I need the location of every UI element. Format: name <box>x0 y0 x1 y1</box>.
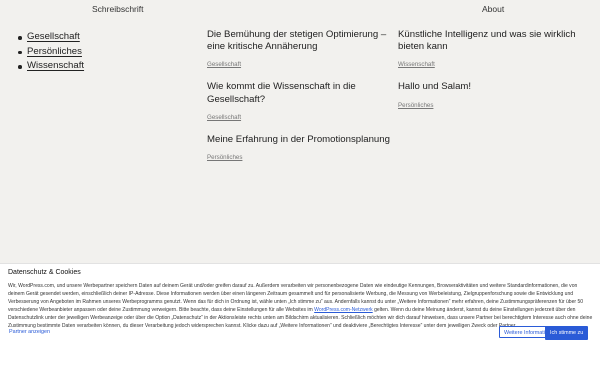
nav-about-link[interactable]: About <box>482 4 504 14</box>
category-list: Gesellschaft Persönliches Wissenschaft <box>18 31 84 75</box>
post-title-link[interactable]: Hallo und Salam! <box>398 81 588 93</box>
category-item: Gesellschaft <box>18 31 84 46</box>
category-item: Wissenschaft <box>18 60 84 75</box>
wordpress-network-link[interactable]: WordPress.com-Netzwerk <box>314 307 373 313</box>
consent-text: Wir, WordPress.com, und unsere Werbepart… <box>8 282 594 331</box>
post-category-link[interactable]: Gesellschaft <box>207 61 241 68</box>
post-card: Meine Erfahrung in der Promotionsplanung… <box>207 134 392 164</box>
post-card: Hallo und Salam! Persönliches <box>398 81 588 111</box>
category-link-persoenliches[interactable]: Persönliches <box>27 46 82 57</box>
post-card: Wie kommt die Wissenschaft in die Gesell… <box>207 81 392 123</box>
category-link-gesellschaft[interactable]: Gesellschaft <box>27 31 80 42</box>
category-item: Persönliches <box>18 46 84 61</box>
cookie-consent-banner: Datenschutz & Cookies Wir, WordPress.com… <box>0 263 600 375</box>
accept-button[interactable]: Ich stimme zu <box>545 326 589 340</box>
category-link-wissenschaft[interactable]: Wissenschaft <box>27 60 84 71</box>
post-title-link[interactable]: Die Bemühung der stetigen Optimierung – … <box>207 29 392 53</box>
post-title-link[interactable]: Künstliche Intelligenz und was sie wirkl… <box>398 29 588 53</box>
post-column-middle: Die Bemühung der stetigen Optimierung – … <box>207 29 392 174</box>
post-category-link[interactable]: Gesellschaft <box>207 114 241 121</box>
post-column-right: Künstliche Intelligenz und was sie wirkl… <box>398 29 588 122</box>
site-title-link[interactable]: Schreibschrift <box>92 4 144 14</box>
post-card: Die Bemühung der stetigen Optimierung – … <box>207 29 392 71</box>
post-category-link[interactable]: Wissenschaft <box>398 61 435 68</box>
top-navigation: Schreibschrift About <box>0 0 600 16</box>
post-title-link[interactable]: Wie kommt die Wissenschaft in die Gesell… <box>207 81 392 105</box>
post-title-link[interactable]: Meine Erfahrung in der Promotionsplanung <box>207 134 392 146</box>
post-card: Künstliche Intelligenz und was sie wirkl… <box>398 29 588 71</box>
post-category-link[interactable]: Persönliches <box>398 102 433 109</box>
show-partners-button[interactable]: Partner anzeigen <box>9 329 50 335</box>
consent-title: Datenschutz & Cookies <box>8 269 81 276</box>
post-category-link[interactable]: Persönliches <box>207 154 242 161</box>
